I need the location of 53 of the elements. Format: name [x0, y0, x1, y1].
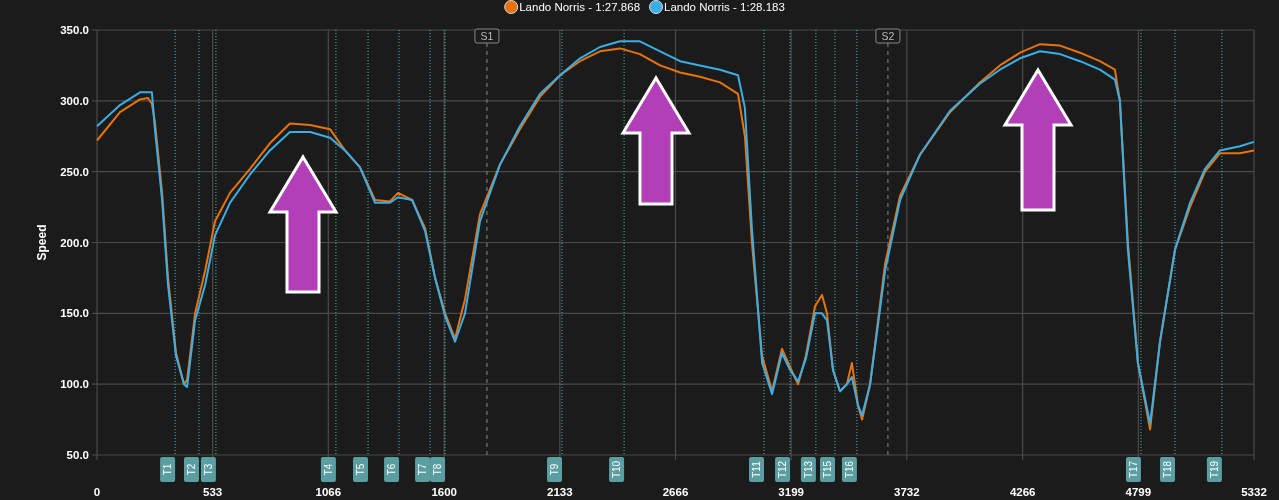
ref-line-label: T2 [185, 463, 197, 476]
x-tick-label: 1600 [431, 486, 457, 498]
y-tick-label: 200.0 [60, 236, 89, 249]
ref-line-label: T9 [549, 463, 561, 476]
x-tick-label: 2666 [662, 486, 689, 498]
turn-marker: T3 [200, 457, 216, 482]
y-tick-label: 300.0 [60, 94, 89, 107]
sector-marker: S2 [875, 28, 901, 44]
ref-line-label: T4 [322, 463, 334, 476]
y-tick-label: 50.0 [66, 449, 89, 461]
x-tick-label: 3199 [778, 486, 804, 498]
turn-marker: T18 [1160, 457, 1175, 482]
x-tick-label: 3732 [894, 486, 920, 498]
ref-line-label: S2 [881, 30, 895, 42]
y-tick-label: 100.0 [60, 378, 89, 391]
ref-line-label: T1 [162, 463, 174, 476]
x-tick-label: 2133 [547, 486, 573, 498]
turn-marker: T16 [841, 457, 857, 482]
turn-marker: T2 [184, 457, 199, 482]
turn-marker: T5 [353, 457, 368, 482]
ref-line-label: T7 [417, 463, 429, 476]
turn-marker: T8 [430, 457, 446, 482]
turn-marker: T17 [1125, 457, 1141, 482]
turn-marker: T15 [820, 457, 835, 482]
turn-marker: T7 [415, 457, 431, 482]
y-tick-label: 350.0 [60, 24, 89, 36]
turn-marker: T10 [609, 457, 625, 482]
ref-line-label: T8 [432, 463, 444, 476]
x-tick-label: 5332 [1241, 486, 1267, 498]
turn-marker: T6 [384, 457, 400, 482]
ref-line-label: S1 [480, 30, 494, 42]
y-axis-title: Speed [35, 224, 49, 261]
turn-marker: T13 [800, 457, 816, 482]
ref-line-label: T6 [386, 463, 398, 476]
turn-marker: T19 [1206, 457, 1222, 482]
ref-line-label: T11 [751, 460, 763, 478]
turn-marker: T1 [160, 457, 176, 482]
x-tick-label: 533 [203, 486, 223, 498]
turn-marker: T9 [547, 457, 562, 482]
turn-marker: T4 [320, 457, 336, 482]
x-tick-label: 4266 [1009, 486, 1036, 498]
ref-line-label: T3 [202, 463, 214, 476]
x-tick-label: 4799 [1125, 486, 1152, 498]
legend-label[interactable]: Lando Norris - 1:28.183 [664, 1, 785, 13]
sector-marker: S1 [474, 28, 500, 44]
y-tick-label: 250.0 [60, 165, 89, 178]
legend-label[interactable]: Lando Norris - 1:27.868 [519, 1, 641, 13]
turn-marker: T12 [775, 457, 791, 482]
x-tick-label: 0 [93, 486, 101, 498]
x-tick-label: 1066 [315, 486, 342, 498]
turn-marker: T11 [749, 457, 765, 482]
ref-line-label: T5 [355, 463, 367, 476]
y-tick-label: 150.0 [60, 307, 89, 320]
